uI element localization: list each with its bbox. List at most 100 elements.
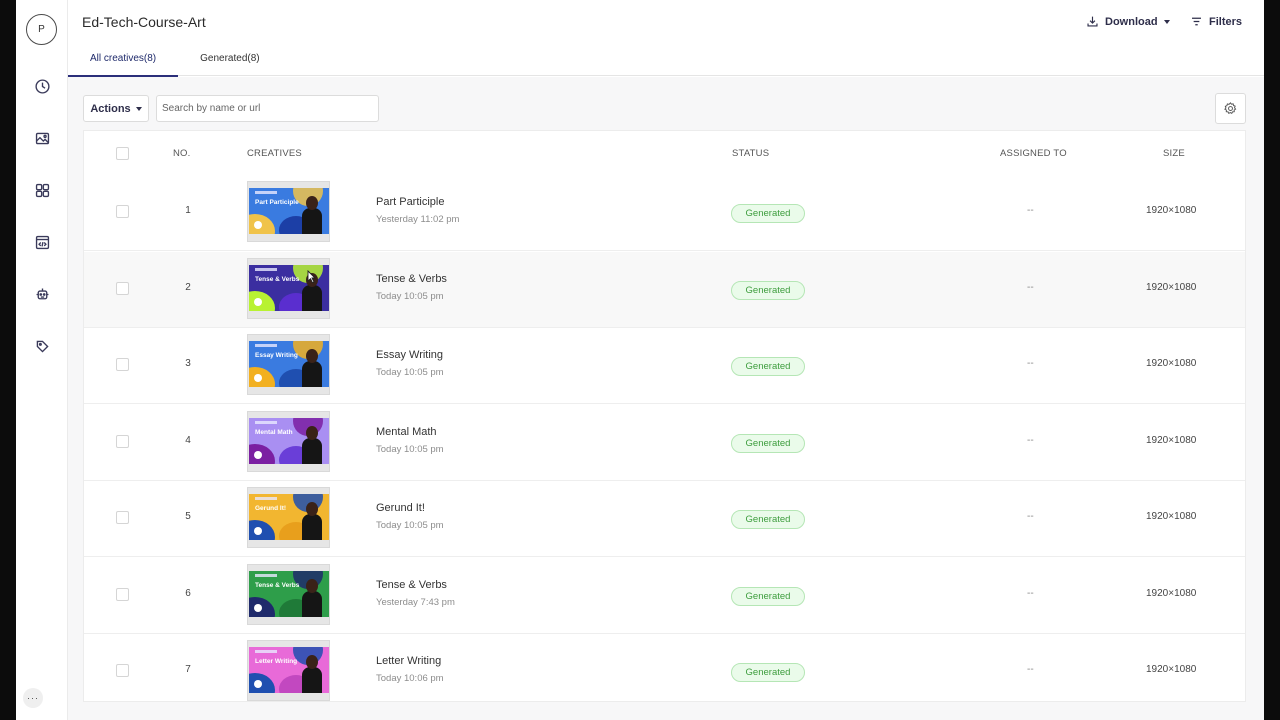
tab-bar: All creatives(8) Generated(8) xyxy=(68,48,282,77)
tab-generated[interactable]: Generated(8) xyxy=(178,48,281,76)
main-content: Actions NO. CREATIVES STATUS ASSIGNED TO… xyxy=(68,77,1264,720)
chevron-down-icon xyxy=(135,106,142,111)
column-header-status[interactable]: STATUS xyxy=(732,148,769,159)
robot-icon[interactable] xyxy=(33,285,51,303)
thumbnail-art: Tense & Verbs xyxy=(249,264,329,311)
creative-size: 1920×1080 xyxy=(1146,358,1197,369)
assigned-to: -- xyxy=(1027,358,1034,369)
thumbnail-title: Tense & Verbs xyxy=(255,581,300,589)
creative-timestamp: Today 10:05 pm xyxy=(376,520,444,531)
assigned-to: -- xyxy=(1027,434,1034,446)
column-header-creatives[interactable]: CREATIVES xyxy=(247,148,302,159)
code-icon[interactable] xyxy=(33,233,51,251)
row-checkbox[interactable] xyxy=(116,511,129,524)
thumbnail-title: Mental Math xyxy=(255,428,293,436)
filter-icon xyxy=(1192,17,1201,26)
creative-thumbnail[interactable]: Tense & Verbs xyxy=(247,257,330,319)
download-button[interactable]: Download xyxy=(1086,15,1170,28)
thumbnail-art: Letter Writing xyxy=(249,647,329,693)
creative-name[interactable]: Tense & Verbs xyxy=(376,273,447,285)
actions-button[interactable]: Actions xyxy=(83,95,149,122)
assigned-to: -- xyxy=(1027,281,1034,293)
creative-size: 1920×1080 xyxy=(1146,434,1197,446)
table-row[interactable]: 4 Mental Math Mental Math Today 10:05 pm Gen… xyxy=(84,404,1245,481)
status-badge: Generated xyxy=(731,433,805,453)
assigned-to: -- xyxy=(1027,587,1034,599)
thumbnail-art: Essay Writing xyxy=(249,341,329,387)
thumbnail-art: Tense & Verbs xyxy=(249,570,329,617)
table-row[interactable]: 7 Letter Writing Letter Writing Today 10:06… xyxy=(84,634,1245,701)
assigned-to: -- xyxy=(1027,664,1034,675)
thumbnail-art: Mental Math xyxy=(249,417,329,464)
creative-timestamp: Today 10:06 pm xyxy=(376,673,444,684)
settings-button[interactable] xyxy=(1215,93,1246,124)
chevron-down-icon xyxy=(1163,19,1170,24)
row-number: 3 xyxy=(185,358,191,369)
sidebar: P ··· xyxy=(16,0,68,720)
table-row[interactable]: 5 Gerund It! Gerund It! Today 10:05 pm Gener… xyxy=(84,481,1245,557)
thumbnail-title: Tense & Verbs xyxy=(255,275,300,283)
creative-timestamp: Today 10:05 pm xyxy=(376,443,444,455)
row-number: 1 xyxy=(185,205,191,216)
gallery-icon[interactable] xyxy=(33,129,51,147)
thumbnail-title: Gerund It! xyxy=(255,505,287,512)
assigned-to: -- xyxy=(1027,511,1034,522)
creative-name[interactable]: Gerund It! xyxy=(376,502,425,514)
creative-thumbnail[interactable]: Letter Writing xyxy=(247,640,330,701)
creative-thumbnail[interactable]: Gerund It! xyxy=(247,487,330,548)
creative-name[interactable]: Tense & Verbs xyxy=(376,579,447,591)
creative-thumbnail[interactable]: Mental Math xyxy=(247,410,330,472)
creative-name[interactable]: Essay Writing xyxy=(376,349,443,361)
row-number: 7 xyxy=(185,664,191,675)
row-checkbox[interactable] xyxy=(116,358,129,371)
gear-icon xyxy=(1224,102,1237,115)
creative-size: 1920×1080 xyxy=(1146,281,1197,293)
status-badge: Generated xyxy=(731,204,805,223)
status-badge: Generated xyxy=(731,357,805,376)
row-checkbox[interactable] xyxy=(116,281,129,295)
creative-timestamp: Yesterday 7:43 pm xyxy=(376,596,455,608)
more-icon[interactable]: ··· xyxy=(23,688,43,708)
table-row[interactable]: 2 Tense & Verbs Tense & Verbs Today 10:05 p… xyxy=(84,251,1245,328)
column-header-size[interactable]: SIZE xyxy=(1163,148,1185,159)
filters-label: Filters xyxy=(1209,15,1243,28)
creative-timestamp: Today 10:05 pm xyxy=(376,367,444,378)
mouse-cursor xyxy=(307,270,317,284)
status-badge: Generated xyxy=(731,510,805,529)
row-number: 4 xyxy=(185,434,191,446)
row-checkbox[interactable] xyxy=(116,434,129,448)
column-header-assigned[interactable]: ASSIGNED TO xyxy=(1000,148,1067,159)
creative-thumbnail[interactable]: Tense & Verbs xyxy=(247,563,330,625)
creative-thumbnail[interactable]: Part Participle xyxy=(247,181,330,242)
select-all-checkbox[interactable] xyxy=(116,147,129,160)
row-checkbox[interactable] xyxy=(116,205,129,218)
download-icon xyxy=(1087,16,1098,27)
grid-icon[interactable] xyxy=(33,181,51,199)
creative-name[interactable]: Letter Writing xyxy=(376,655,441,667)
table-row[interactable]: 3 Essay Writing Essay Writing Today 10:05 p… xyxy=(84,328,1245,404)
creative-thumbnail[interactable]: Essay Writing xyxy=(247,334,330,395)
creative-size: 1920×1080 xyxy=(1146,511,1197,522)
search-input[interactable] xyxy=(156,95,379,122)
row-checkbox[interactable] xyxy=(116,664,129,677)
actions-label: Actions xyxy=(90,102,131,115)
creatives-table: NO. CREATIVES STATUS ASSIGNED TO SIZE 1 P… xyxy=(83,130,1246,702)
row-checkbox[interactable] xyxy=(116,587,129,601)
filters-button[interactable]: Filters xyxy=(1190,15,1242,28)
creative-name[interactable]: Mental Math xyxy=(376,426,437,438)
table-row[interactable]: 1 Part Participle Part Participle Yesterday… xyxy=(84,175,1245,251)
avatar[interactable]: P xyxy=(26,14,57,45)
creative-name[interactable]: Part Participle xyxy=(376,196,444,208)
clock-icon[interactable] xyxy=(33,77,51,95)
tab-all-creatives[interactable]: All creatives(8) xyxy=(68,48,179,77)
creative-size: 1920×1080 xyxy=(1146,664,1197,675)
table-row[interactable]: 6 Tense & Verbs Tense & Verbs Yesterday 7:4… xyxy=(84,557,1245,634)
creative-size: 1920×1080 xyxy=(1146,587,1197,599)
thumbnail-title: Letter Writing xyxy=(255,658,298,665)
creative-timestamp: Yesterday 11:02 pm xyxy=(376,214,460,225)
row-number: 2 xyxy=(185,281,191,293)
tag-icon[interactable] xyxy=(33,337,51,355)
thumbnail-art: Part Participle xyxy=(249,188,329,234)
column-header-no[interactable]: NO. xyxy=(173,148,191,159)
page-title: Ed-Tech-Course-Art xyxy=(82,14,206,30)
